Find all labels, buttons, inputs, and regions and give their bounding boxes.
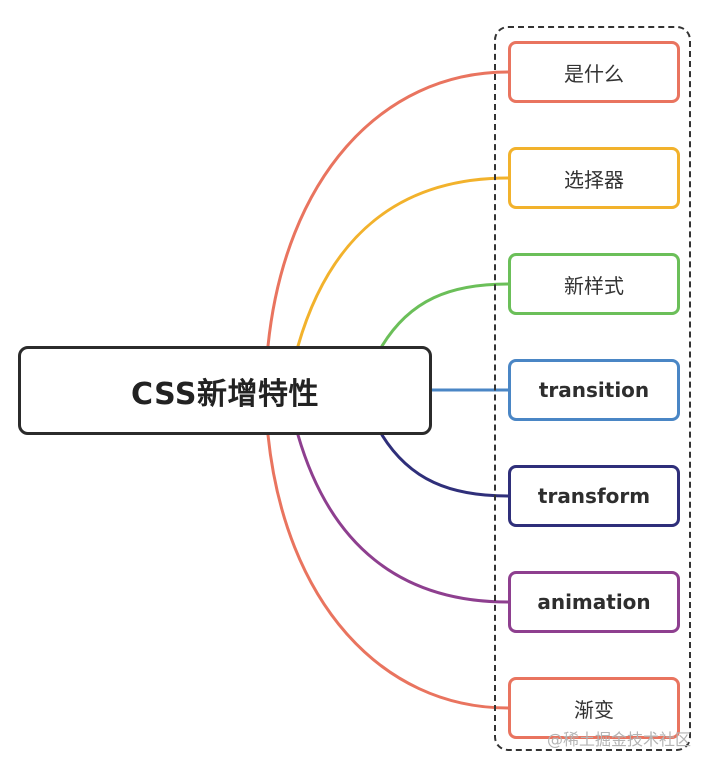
connector-line xyxy=(380,433,510,498)
child-node-animation[interactable]: animation xyxy=(508,571,680,633)
child-node-label: 新样式 xyxy=(564,273,624,298)
child-node-transform[interactable]: transform xyxy=(508,465,680,527)
child-node-label: transform xyxy=(537,484,651,508)
mind-map: CSS新增特性 是什么 选择器 新样式 transition transform… xyxy=(0,0,713,768)
child-node-transition[interactable]: transition xyxy=(508,359,680,421)
child-node-label: 是什么 xyxy=(564,61,624,86)
child-node-label: 选择器 xyxy=(564,167,624,192)
child-node-what-is[interactable]: 是什么 xyxy=(508,41,680,103)
root-node[interactable]: CSS新增特性 xyxy=(18,346,432,435)
watermark: @稀土掘金技术社区 xyxy=(546,730,691,749)
root-node-label: CSS新增特性 xyxy=(131,376,319,412)
child-node-new-styles[interactable]: 新样式 xyxy=(508,253,680,315)
child-node-selectors[interactable]: 选择器 xyxy=(508,147,680,209)
child-node-label: transition xyxy=(538,378,650,402)
connector-line xyxy=(380,282,510,348)
child-node-label: animation xyxy=(537,590,651,614)
child-node-label: 渐变 xyxy=(574,697,614,722)
